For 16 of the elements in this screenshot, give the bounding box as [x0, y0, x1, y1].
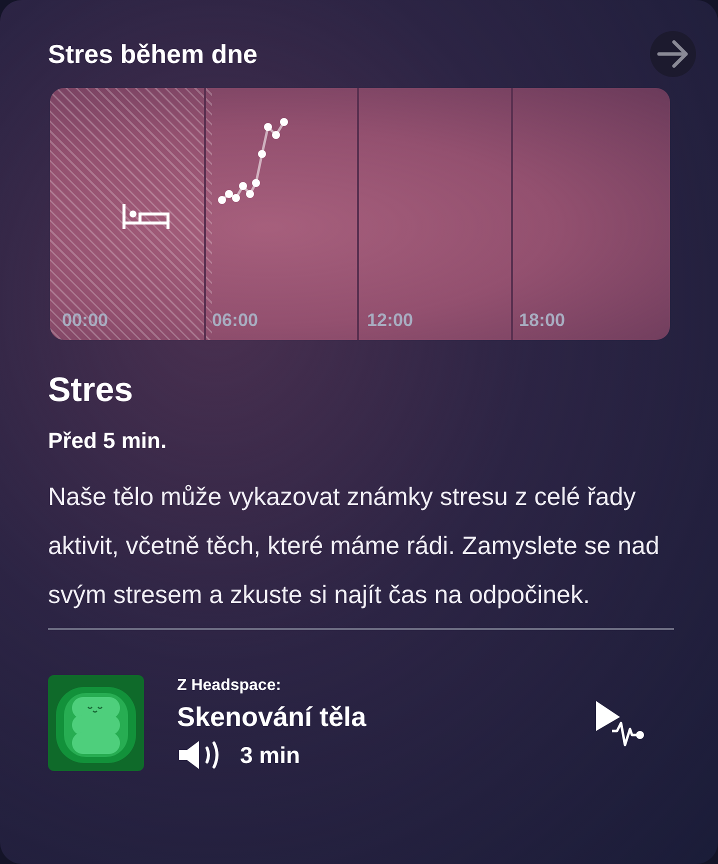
measurement-time: Před 5 min.: [48, 427, 168, 455]
time-label: 00:00: [62, 309, 108, 332]
time-label: 18:00: [519, 309, 566, 332]
source-label: Z Headspace:: [177, 676, 282, 696]
arrow-right-icon: [657, 40, 689, 68]
time-label: 06:00: [212, 309, 258, 332]
card-title: Stres během dne: [48, 38, 258, 70]
duration: 3 min: [240, 740, 300, 770]
meditation-title: Skenování těla: [177, 700, 366, 734]
forward-button[interactable]: [650, 31, 696, 77]
stress-heading: Stres: [48, 370, 134, 410]
bed-icon: [122, 202, 170, 230]
play-pulse-icon: [594, 698, 646, 747]
stress-description: Naše tělo může vykazovat známky stresu z celé řady aktivit, včetně těch, které máme rádi. Zamyslete se nad svým stresem a zkuste si najít čas na odpočinek.: [48, 482, 660, 611]
play-button[interactable]: [594, 698, 646, 747]
time-label: 12:00: [367, 309, 414, 332]
